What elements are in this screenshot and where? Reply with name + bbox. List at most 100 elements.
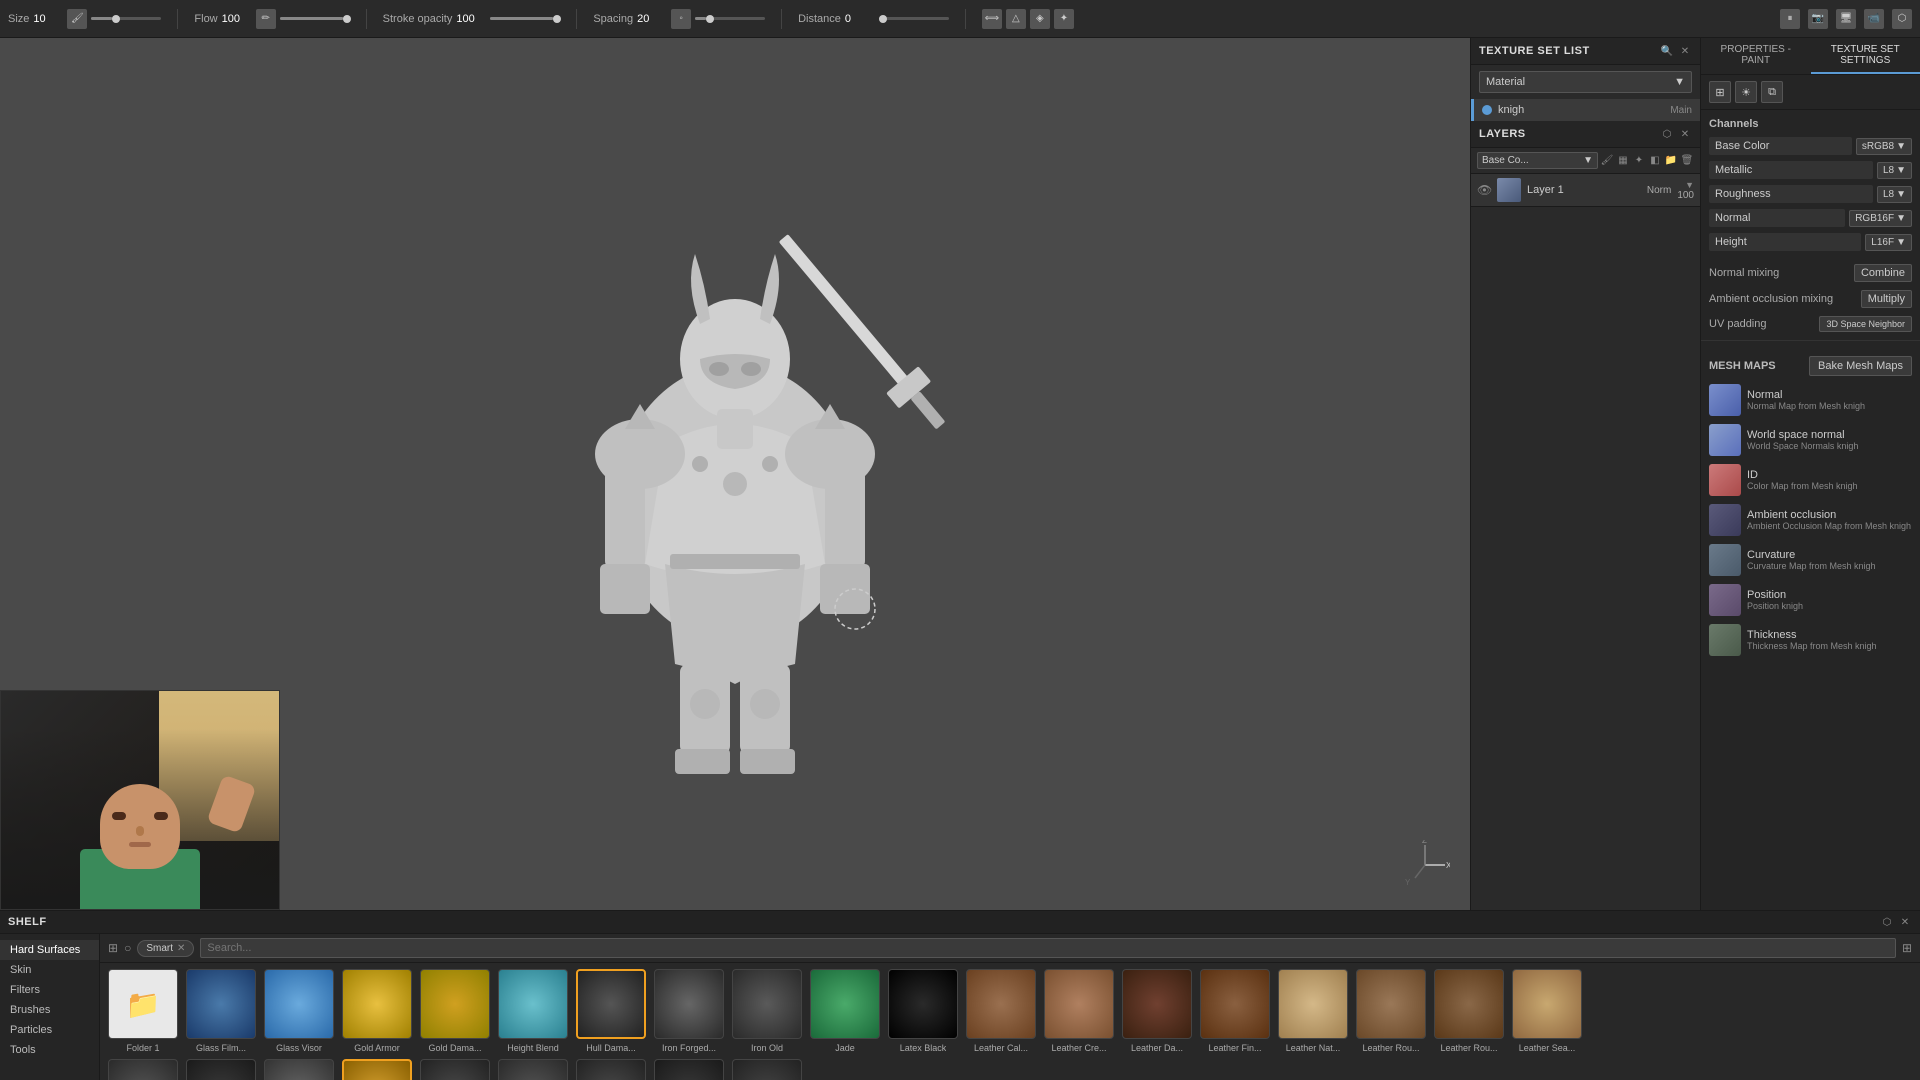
shelf-item-leather-da[interactable]: Leather Da... — [1122, 969, 1192, 1053]
add-paint-icon[interactable]: 🖌 — [1600, 154, 1614, 168]
expand-layers-icon[interactable]: ⬡ — [1660, 127, 1674, 141]
mesh-map-id[interactable]: ID Color Map from Mesh knigh — [1701, 460, 1920, 500]
filter-icon[interactable]: ⊞ — [108, 941, 118, 955]
group-icon[interactable]: 📁 — [1664, 154, 1678, 168]
shelf-item-hull-dama[interactable]: Hull Dama... — [576, 969, 646, 1053]
shelf-item-height-blend[interactable]: Height Blend — [498, 969, 568, 1053]
mask-icon[interactable]: ◧ — [1648, 154, 1662, 168]
layer-visibility-icon[interactable]: 👁 — [1477, 183, 1491, 197]
bake-mesh-maps-btn[interactable]: Bake Mesh Maps — [1809, 356, 1912, 376]
add-effect-icon[interactable]: ✦ — [1632, 154, 1646, 168]
shelf-sidebar-brushes[interactable]: Brushes — [0, 1000, 99, 1020]
grid-view-icon[interactable]: ⊞ — [1902, 941, 1912, 955]
shelf-item-row2-9[interactable] — [732, 1059, 802, 1080]
mesh-map-position[interactable]: Position Position knigh — [1701, 580, 1920, 620]
shelf-sidebar-tools[interactable]: Tools — [0, 1040, 99, 1060]
shelf-item-glass-film[interactable]: Glass Film... — [186, 969, 256, 1053]
channel-roughness-format[interactable]: L8 ▼ — [1877, 186, 1912, 203]
props-icon-1[interactable]: ⊞ — [1709, 81, 1731, 103]
delete-icon[interactable]: 🗑 — [1680, 154, 1694, 168]
shelf-item-leather-sea[interactable]: Leather Sea... — [1512, 969, 1582, 1053]
symmetry-icon[interactable]: ⟺ — [982, 9, 1002, 29]
ao-mixing-value[interactable]: Multiply — [1861, 290, 1912, 308]
shelf-item-row2-1[interactable] — [108, 1059, 178, 1080]
shelf-expand-icon[interactable]: ⬡ — [1880, 915, 1894, 929]
search-small-icon[interactable]: 🔍 — [1660, 44, 1674, 58]
size-value[interactable]: 10 — [33, 13, 63, 25]
layer-name[interactable]: Layer 1 — [1527, 184, 1641, 196]
mesh-map-world-normal[interactable]: World space normal World Space Normals k… — [1701, 420, 1920, 460]
flow-slider[interactable] — [280, 17, 350, 20]
flow-value[interactable]: 100 — [222, 13, 252, 25]
shelf-item-leather-cre[interactable]: Leather Cre... — [1044, 969, 1114, 1053]
channel-height-format[interactable]: L16F ▼ — [1865, 234, 1912, 251]
shelf-item-glass-visor[interactable]: Glass Visor — [264, 969, 334, 1053]
channel-metallic-format[interactable]: L8 ▼ — [1877, 162, 1912, 179]
close-texture-set-icon[interactable]: ✕ — [1678, 44, 1692, 58]
spacing-value[interactable]: 20 — [637, 13, 667, 25]
shelf-item-leather-cal[interactable]: Leather Cal... — [966, 969, 1036, 1053]
mesh-map-ao[interactable]: Ambient occlusion Ambient Occlusion Map … — [1701, 500, 1920, 540]
shelf-item-leather-nat[interactable]: Leather Nat... — [1278, 969, 1348, 1053]
props-icon-3[interactable]: ⧉ — [1761, 81, 1783, 103]
material-dropdown[interactable]: Material ▼ — [1479, 71, 1692, 93]
shelf-item-iron-old[interactable]: Iron Old — [732, 969, 802, 1053]
texture-set-item[interactable]: knigh Main — [1471, 99, 1700, 121]
shelf-item-row2-8[interactable] — [654, 1059, 724, 1080]
smart-tag-remove[interactable]: ✕ — [177, 943, 185, 954]
shelf-item-row2-2[interactable] — [186, 1059, 256, 1080]
stencil-icon[interactable]: ◈ — [1030, 9, 1050, 29]
shelf-item-gold-armor[interactable]: Gold Armor — [342, 969, 412, 1053]
shelf-sidebar-particles[interactable]: Particles — [0, 1020, 99, 1040]
spacing-icon[interactable]: ◦ — [671, 9, 691, 29]
shelf-item-gold-dama[interactable]: Gold Dama... — [420, 969, 490, 1053]
flow-icon[interactable]: ✏ — [256, 9, 276, 29]
lazy-icon[interactable]: △ — [1006, 9, 1026, 29]
shelf-item-row2-3[interactable] — [264, 1059, 334, 1080]
stroke-opacity-slider[interactable] — [490, 17, 560, 20]
tab-texture-set-settings[interactable]: TEXTURE SET SETTINGS — [1811, 38, 1920, 74]
stamp-icon[interactable]: ✦ — [1054, 9, 1074, 29]
shelf-item-jade[interactable]: Jade — [810, 969, 880, 1053]
share-icon[interactable]: ⬡ — [1892, 9, 1912, 29]
channel-normal-format[interactable]: RGB16F ▼ — [1849, 210, 1912, 227]
shelf-item-row2-5[interactable] — [420, 1059, 490, 1080]
mesh-map-thickness[interactable]: Thickness Thickness Map from Mesh knigh — [1701, 620, 1920, 660]
nav-gizmo[interactable]: X Z Y — [1400, 840, 1450, 890]
tab-properties-paint[interactable]: PROPERTIES - PAINT — [1701, 38, 1811, 74]
shelf-item-leather-fin[interactable]: Leather Fin... — [1200, 969, 1270, 1053]
size-slider[interactable] — [91, 17, 161, 20]
smart-filter-tag[interactable]: Smart ✕ — [137, 940, 194, 957]
circle-icon[interactable]: ○ — [124, 941, 131, 955]
layer-item[interactable]: 👁 Layer 1 Norm ▼ 100 — [1471, 174, 1700, 206]
shelf-item-row2-7[interactable] — [576, 1059, 646, 1080]
shelf-sidebar-skin[interactable]: Skin — [0, 960, 99, 980]
shelf-sidebar-hard-surfaces[interactable]: Hard Surfaces — [0, 940, 99, 960]
props-icon-2[interactable]: ☀ — [1735, 81, 1757, 103]
viewport[interactable]: X Z Y — [0, 38, 1470, 910]
distance-slider[interactable] — [879, 17, 949, 20]
shelf-item-folder1[interactable]: 📁 Folder 1 — [108, 969, 178, 1053]
layer-opacity[interactable]: 100 — [1677, 190, 1694, 201]
close-layers-icon[interactable]: ✕ — [1678, 127, 1692, 141]
shelf-sidebar-filters[interactable]: Filters — [0, 980, 99, 1000]
spacing-slider[interactable] — [695, 17, 765, 20]
stroke-opacity-value[interactable]: 100 — [456, 13, 486, 25]
video-icon[interactable]: 📹 — [1864, 9, 1884, 29]
shelf-item-row2-6[interactable] — [498, 1059, 568, 1080]
add-fill-icon[interactable]: ▦ — [1616, 154, 1630, 168]
mesh-map-curvature[interactable]: Curvature Curvature Map from Mesh knigh — [1701, 540, 1920, 580]
brush-icon[interactable]: 🖌 — [67, 9, 87, 29]
blend-mode-dropdown[interactable]: Base Co... ▼ — [1477, 152, 1598, 169]
monitor-icon[interactable]: 🖥 — [1836, 9, 1856, 29]
normal-mixing-value[interactable]: Combine — [1854, 264, 1912, 282]
shelf-search-input[interactable] — [200, 938, 1896, 958]
shelf-item-latex-black[interactable]: Latex Black — [888, 969, 958, 1053]
shelf-item-leather-rou[interactable]: Leather Rou... — [1356, 969, 1426, 1053]
shelf-close-icon[interactable]: ✕ — [1898, 915, 1912, 929]
shelf-item-iron-forged[interactable]: Iron Forged... — [654, 969, 724, 1053]
pause-icon[interactable]: ⏸ — [1780, 9, 1800, 29]
mesh-map-normal[interactable]: Normal Normal Map from Mesh knigh — [1701, 380, 1920, 420]
uv-padding-value[interactable]: 3D Space Neighbor — [1819, 316, 1912, 332]
shelf-item-row2-4[interactable] — [342, 1059, 412, 1080]
